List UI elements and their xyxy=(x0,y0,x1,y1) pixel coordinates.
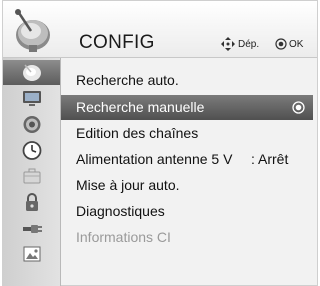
menu-header: CONFIG Dép. OK xyxy=(3,1,317,58)
sidebar-item-lock[interactable] xyxy=(3,190,60,215)
clock-icon xyxy=(22,141,42,160)
padlock-icon xyxy=(26,193,38,211)
sidebar-item-time[interactable] xyxy=(3,138,60,163)
menu-item-alimentation-antenne[interactable]: Alimentation antenne 5 V : Arrêt xyxy=(61,147,317,172)
sidebar-item-picture[interactable] xyxy=(3,86,60,111)
menu-item-label: Recherche manuelle xyxy=(76,99,205,115)
menu-item-label: Recherche auto. xyxy=(76,72,179,88)
menu-item-diagnostiques[interactable]: Diagnostiques xyxy=(61,199,317,224)
menu-item-edition-chaines[interactable]: Edition des chaînes xyxy=(61,121,317,146)
sidebar-item-audio[interactable] xyxy=(3,112,60,137)
menu-item-value: : Arrêt xyxy=(251,151,289,167)
nav-hint-label: Dép. xyxy=(238,39,260,50)
sidebar-item-config[interactable] xyxy=(3,60,60,85)
sidebar-item-options[interactable] xyxy=(3,164,60,189)
menu-item-label: Informations CI xyxy=(76,229,171,245)
sidebar-item-media[interactable] xyxy=(3,242,60,267)
menu-item-label: Edition des chaînes xyxy=(76,125,199,141)
media-photo-icon xyxy=(23,246,41,262)
menu-item-label: Mise à jour auto. xyxy=(76,177,180,193)
page-title: CONFIG xyxy=(79,32,155,53)
speaker-icon xyxy=(23,116,41,133)
input-plug-icon xyxy=(23,225,42,233)
menu-item-label: Diagnostiques xyxy=(76,203,165,219)
radio-selected-icon xyxy=(292,101,305,114)
sidebar-item-input[interactable] xyxy=(3,216,60,241)
monitor-icon xyxy=(23,91,41,106)
menu-item-recherche-manuelle[interactable]: Recherche manuelle xyxy=(61,95,313,120)
satellite-dish-icon xyxy=(15,9,50,52)
four-way-arrows-icon xyxy=(221,37,235,51)
menu-item-recherche-auto[interactable]: Recherche auto. xyxy=(61,68,317,93)
menu-item-informations-ci: Informations CI xyxy=(61,225,317,250)
config-menu-panel: CONFIG Dép. OK Recherche auto. Recherche… xyxy=(2,0,318,286)
satellite-dish-icon xyxy=(23,64,41,81)
ok-circle-icon xyxy=(275,38,287,50)
briefcase-icon xyxy=(23,168,41,184)
ok-hint-label: OK xyxy=(289,39,304,50)
menu-item-label: Alimentation antenne 5 V xyxy=(76,151,233,167)
menu-item-mise-a-jour-auto[interactable]: Mise à jour auto. xyxy=(61,173,317,198)
category-sidebar xyxy=(3,58,61,286)
